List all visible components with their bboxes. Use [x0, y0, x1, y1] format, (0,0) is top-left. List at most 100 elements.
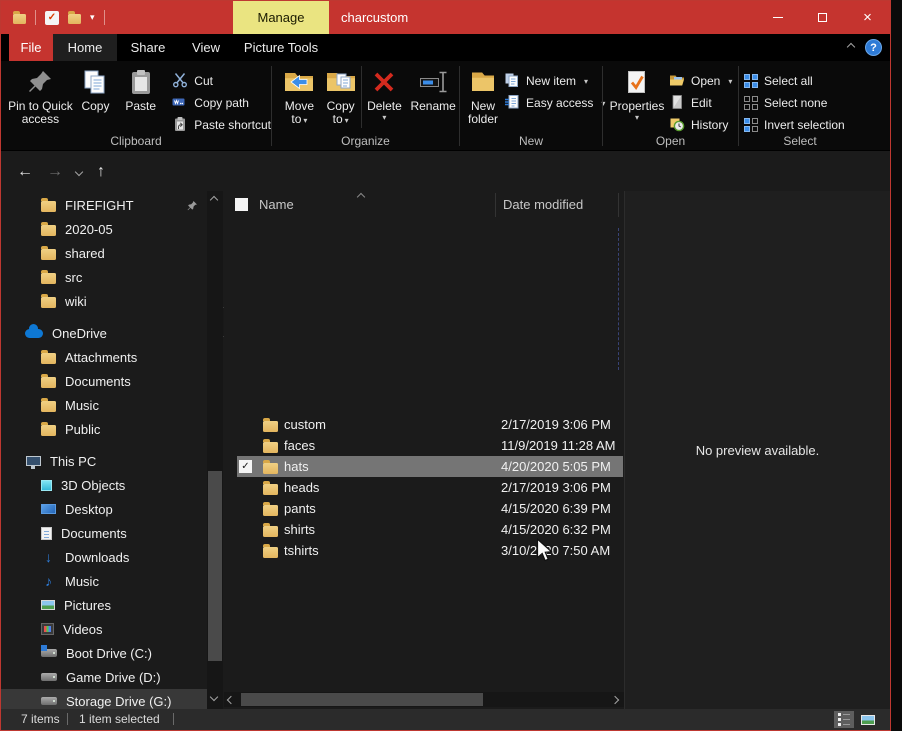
sidebar-item-downloads[interactable]: ↓Downloads [1, 545, 207, 569]
sidebar-item-pictures[interactable]: Pictures [1, 593, 207, 617]
group-label-select: Select [739, 134, 861, 148]
sidebar-item-desktop[interactable]: Desktop [1, 497, 207, 521]
sidebar-item-this-pc[interactable]: This PC [1, 449, 207, 473]
new-item-button[interactable]: New item ▾ [504, 70, 605, 92]
maximize-button[interactable] [800, 1, 845, 34]
open-button[interactable]: Open ▾ [669, 70, 732, 92]
sidebar-item-documents-onedrive[interactable]: Documents [1, 369, 207, 393]
minimize-button[interactable] [755, 1, 800, 34]
group-organize: Move to▾ Copy to▾ Delete ▾ Rename Organi… [272, 61, 459, 151]
tab-share[interactable]: Share [117, 34, 179, 61]
tab-picture-tools[interactable]: Picture Tools [233, 34, 329, 61]
group-new: New folder New item ▾ Easy access ▾ New [460, 61, 602, 151]
column-separator[interactable] [618, 193, 619, 217]
paste-button[interactable]: Paste [117, 64, 164, 113]
horizontal-scrollbar[interactable] [224, 692, 624, 707]
rename-button[interactable]: Rename [407, 64, 459, 113]
copy-path-button[interactable]: Copy path [172, 92, 271, 114]
scroll-right-icon[interactable] [611, 696, 619, 704]
sidebar-item-game-drive[interactable]: Game Drive (D:) [1, 665, 207, 689]
invert-selection-icon [744, 118, 758, 132]
select-all-button[interactable]: Select all [744, 70, 845, 92]
column-header-date-modified[interactable]: Date modified [503, 197, 583, 212]
sidebar-item-firefight[interactable]: FIREFIGHT [1, 193, 207, 217]
qat-properties-icon[interactable]: ✓ [45, 11, 59, 25]
scroll-up-icon[interactable] [210, 196, 218, 204]
pin-to-quick-access-button[interactable]: Pin to Quick access [7, 64, 74, 126]
folder-icon [41, 401, 56, 412]
qat-customize-dropdown-icon[interactable]: ▾ [90, 12, 95, 23]
sidebar-item-wiki[interactable]: wiki [1, 289, 207, 313]
file-row-pants[interactable]: pants 4/15/2020 6:39 PM [237, 498, 623, 519]
qat-folder-icon[interactable] [13, 14, 26, 24]
file-row-hats[interactable]: ✓ hats 4/20/2020 5:05 PM [237, 456, 623, 477]
folder-icon [41, 249, 56, 260]
desktop-icon [41, 504, 56, 514]
file-row-shirts[interactable]: shirts 4/15/2020 6:32 PM [237, 519, 623, 540]
edit-button[interactable]: Edit [669, 92, 732, 114]
sidebar-item-2020-05[interactable]: 2020-05 [1, 217, 207, 241]
cut-icon [172, 72, 188, 91]
tab-file[interactable]: File [9, 34, 53, 61]
scroll-left-icon[interactable] [227, 696, 235, 704]
sidebar-item-public[interactable]: Public [1, 417, 207, 441]
history-button[interactable]: History [669, 114, 732, 136]
sidebar-item-shared[interactable]: shared [1, 241, 207, 265]
sidebar-item-music[interactable]: ♪Music [1, 569, 207, 593]
column-separator[interactable] [495, 193, 496, 217]
file-row-tshirts[interactable]: tshirts 3/10/2020 7:50 AM [237, 540, 623, 561]
paste-shortcut-icon [172, 116, 188, 135]
cut-button[interactable]: Cut [172, 70, 271, 92]
properties-button[interactable]: Properties ▾ [609, 64, 665, 122]
move-to-button[interactable]: Move to▾ [278, 64, 321, 127]
select-none-button[interactable]: Select none [744, 92, 845, 114]
scrollbar-thumb[interactable] [241, 693, 483, 706]
file-row-faces[interactable]: faces 11/9/2019 11:28 AM [237, 435, 623, 456]
sort-ascending-icon [357, 193, 365, 201]
file-row-custom[interactable]: custom 2/17/2019 3:06 PM [237, 414, 623, 435]
tab-view[interactable]: View [179, 34, 233, 61]
select-all-checkbox[interactable] [235, 198, 248, 211]
scrollbar-thumb[interactable] [208, 471, 222, 661]
dropdown-icon: ▾ [382, 113, 386, 122]
invert-selection-button[interactable]: Invert selection [744, 114, 845, 136]
sidebar-item-videos[interactable]: Videos [1, 617, 207, 641]
sidebar-item-src[interactable]: src [1, 265, 207, 289]
collapse-ribbon-icon[interactable] [847, 43, 855, 51]
details-view-button[interactable] [834, 711, 854, 728]
easy-access-button[interactable]: Easy access ▾ [504, 92, 605, 114]
qat-new-folder-icon[interactable] [68, 14, 81, 24]
help-button[interactable]: ? [865, 39, 882, 56]
sidebar-item-attachments[interactable]: Attachments [1, 345, 207, 369]
folder-icon [263, 547, 278, 558]
paste-shortcut-button[interactable]: Paste shortcut [172, 114, 271, 136]
sidebar-item-3d-objects[interactable]: 3D Objects [1, 473, 207, 497]
thumbnails-view-button[interactable] [858, 711, 878, 728]
paste-icon [128, 64, 154, 100]
tab-home[interactable]: Home [53, 34, 117, 61]
sidebar-scrollbar[interactable] [207, 191, 223, 709]
delete-icon [371, 64, 397, 100]
manage-contextual-tab[interactable]: Manage [233, 1, 329, 34]
new-folder-button[interactable]: New folder [468, 64, 498, 126]
back-button[interactable]: ← [13, 152, 37, 191]
sidebar-item-onedrive[interactable]: OneDrive [1, 321, 207, 345]
up-button[interactable]: ↑ [89, 152, 113, 191]
row-checkbox-checked[interactable]: ✓ [239, 460, 252, 473]
file-row-heads[interactable]: heads 2/17/2019 3:06 PM [237, 477, 623, 498]
sidebar-item-music-onedrive[interactable]: Music [1, 393, 207, 417]
sidebar-item-documents[interactable]: Documents [1, 521, 207, 545]
scroll-down-icon[interactable] [210, 693, 218, 701]
copy-to-button[interactable]: Copy to▾ [321, 64, 361, 127]
copy-button[interactable]: Copy [74, 64, 117, 113]
recent-locations-dropdown[interactable] [71, 152, 87, 191]
delete-button[interactable]: Delete ▾ [362, 64, 408, 122]
forward-button[interactable]: → [43, 152, 67, 191]
column-grid-line [618, 228, 619, 370]
drive-icon [41, 673, 57, 681]
sidebar-item-boot-drive[interactable]: Boot Drive (C:) [1, 641, 207, 665]
column-header-name[interactable]: Name [259, 197, 294, 212]
sidebar-item-storage-drive[interactable]: Storage Drive (G:) [1, 689, 207, 709]
close-button[interactable]: × [845, 1, 890, 34]
group-label-new: New [460, 134, 602, 148]
